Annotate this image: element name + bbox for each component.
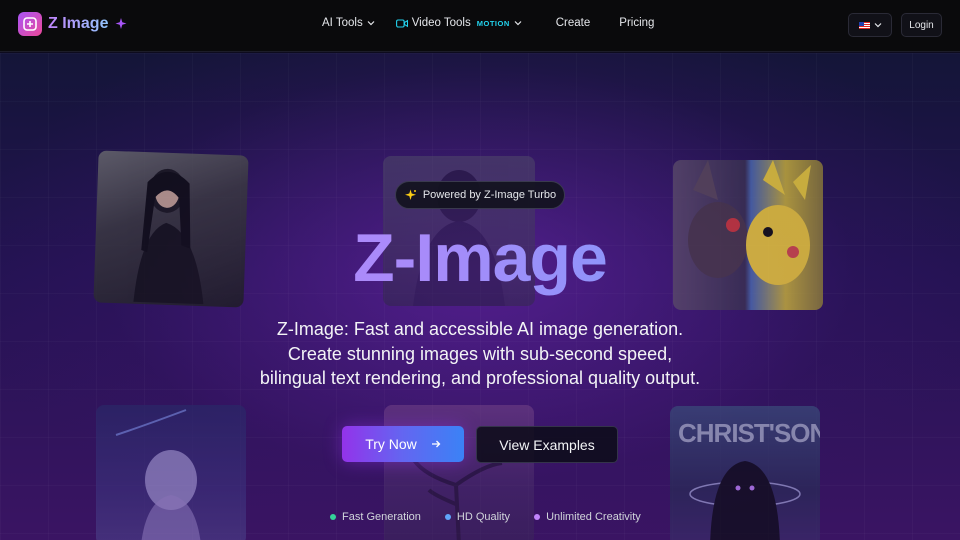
chevron-down-icon	[874, 22, 882, 28]
purple-dot-icon	[534, 514, 541, 520]
sparkle-icon	[404, 189, 417, 202]
subtitle-line: bilingual text rendering, and profession…	[259, 368, 701, 388]
brand-name: Z Image	[48, 15, 109, 32]
us-flag-icon	[858, 21, 870, 29]
chevron-down-icon	[514, 20, 522, 26]
feature-list: Fast Generation HD Quality Unlimited Cre…	[330, 511, 641, 523]
nav-ai-tools[interactable]: AI Tools	[322, 17, 375, 29]
nav-links: AI Tools Video Tools MOTION Create Prici…	[322, 17, 654, 29]
top-navbar: Z Image AI Tools Video Tools MOTION Crea…	[0, 0, 960, 52]
feature-label: Fast Generation	[342, 511, 421, 523]
motion-badge: MOTION	[476, 18, 510, 28]
feature-fast-generation: Fast Generation	[330, 511, 421, 523]
powered-by-label: Powered by Z-Image Turbo	[422, 189, 557, 201]
try-now-button[interactable]: Try Now	[342, 426, 464, 462]
arrow-right-icon	[431, 439, 441, 449]
nav-create-label: Create	[555, 17, 591, 29]
hero-title: Z-Image	[0, 219, 960, 297]
video-camera-icon	[395, 18, 408, 28]
nav-create[interactable]: Create	[556, 17, 591, 29]
login-button[interactable]: Login	[901, 13, 942, 37]
gallery-image-anime-girl	[96, 405, 246, 540]
feature-unlimited-creativity: Unlimited Creativity	[534, 511, 641, 523]
logo[interactable]: Z Image	[18, 12, 128, 36]
powered-by-pill[interactable]: Powered by Z-Image Turbo	[395, 181, 565, 209]
nav-ai-tools-label: AI Tools	[322, 17, 363, 29]
nav-pricing-label: Pricing	[619, 17, 655, 29]
subtitle-line: Z-Image: Fast and accessible AI image ge…	[276, 319, 684, 339]
hero-subtitle: Z-Image: Fast and accessible AI image ge…	[200, 317, 760, 391]
sparkle-icon	[114, 17, 128, 31]
nav-video-tools-label: Video Tools	[411, 17, 471, 29]
nav-pricing[interactable]: Pricing	[619, 17, 654, 29]
nav-video-tools[interactable]: Video Tools MOTION	[395, 17, 522, 29]
subtitle-line: Create stunning images with sub-second s…	[287, 343, 673, 364]
try-now-label: Try Now	[365, 436, 417, 452]
green-dot-icon	[330, 514, 336, 520]
blue-dot-icon	[444, 514, 451, 520]
gallery-image-hooded-figure: CHRIST'SON	[670, 406, 820, 540]
view-examples-button[interactable]: View Examples	[476, 426, 618, 463]
feature-hd-quality: HD Quality	[444, 511, 511, 523]
chevron-down-icon	[367, 20, 375, 26]
feature-label: Unlimited Creativity	[546, 511, 641, 523]
hero-section: CHRIST'SON Powered by Z-Image Turbo Z-Im…	[0, 53, 960, 540]
feature-label: HD Quality	[456, 511, 511, 523]
language-selector[interactable]	[848, 13, 892, 37]
logo-icon	[18, 12, 42, 36]
